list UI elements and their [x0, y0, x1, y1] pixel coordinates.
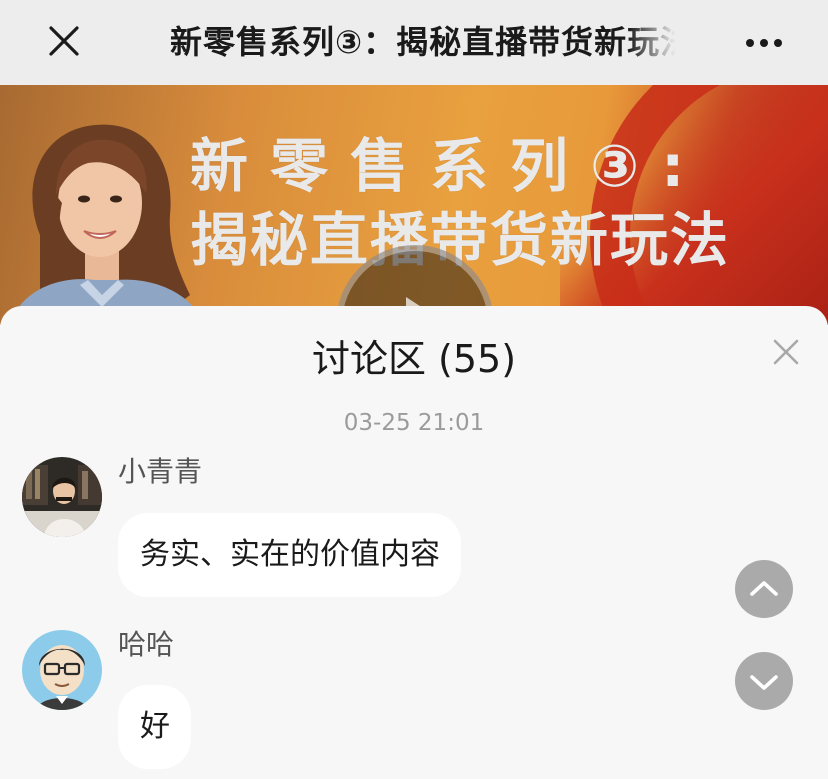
page-title: 新零售系列③：揭秘直播带货新玩法	[170, 23, 678, 61]
video-title-line1: 新零售系列③:	[190, 132, 707, 200]
video-player[interactable]: 新零售系列③: 揭秘直播带货新玩法	[0, 85, 828, 325]
message-username: 哈哈	[118, 628, 175, 661]
discussion-panel: 讨论区 (55) 03-25 21:01 小青青 务实、实在的价值内容 哈哈 好	[0, 306, 828, 779]
scroll-up-button[interactable]	[735, 560, 793, 618]
message-bubble: 好	[118, 685, 191, 769]
chevron-down-icon	[750, 675, 778, 690]
close-icon[interactable]	[40, 20, 88, 64]
discussion-title: 讨论区 (55)	[311, 337, 517, 381]
more-dots-icon[interactable]	[738, 22, 790, 62]
chevron-up-icon	[750, 581, 778, 596]
message-username: 小青青	[118, 455, 203, 488]
message-bubble: 务实、实在的价值内容	[118, 513, 461, 597]
presenter-image	[10, 124, 205, 325]
video-title-art: 新零售系列③: 揭秘直播带货新玩法	[190, 129, 750, 277]
message-timestamp: 03-25 21:01	[343, 410, 485, 436]
avatar[interactable]	[22, 457, 102, 537]
top-nav-bar: 新零售系列③：揭秘直播带货新玩法	[0, 0, 828, 85]
close-icon[interactable]	[764, 330, 808, 374]
title-fade	[628, 18, 684, 66]
avatar[interactable]	[22, 630, 102, 710]
scroll-down-button[interactable]	[735, 652, 793, 710]
video-title-line2: 揭秘直播带货新玩法	[190, 206, 731, 274]
